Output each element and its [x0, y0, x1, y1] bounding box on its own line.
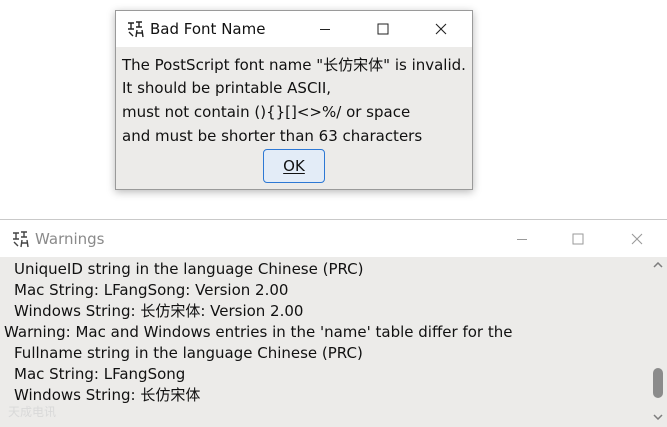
- log-line: UniqueID string in the language Chinese …: [14, 260, 364, 278]
- ok-button[interactable]: OK: [263, 149, 325, 183]
- warnings-window: Warnings UniqueID string in the language…: [0, 219, 667, 427]
- dialog-message-line: The PostScript font name "长仿宋体" is inval…: [122, 56, 466, 74]
- warnings-title: Warnings: [35, 230, 105, 248]
- warnings-minimize-button[interactable]: [499, 224, 545, 254]
- close-icon: [631, 233, 643, 245]
- fontforge-app-icon: [126, 20, 144, 38]
- bad-font-name-dialog: Bad Font Name The PostScript font name "…: [115, 10, 473, 190]
- dialog-message-line: must not contain (){}[]<>%/ or space: [122, 103, 411, 121]
- log-line: Fullname string in the language Chinese …: [14, 344, 363, 362]
- dialog-minimize-button[interactable]: [302, 14, 348, 44]
- watermark: 天成电讯: [8, 405, 57, 419]
- log-line: Warning: Mac and Windows entries in the …: [4, 323, 513, 341]
- minimize-icon: [517, 239, 527, 240]
- minimize-icon: [320, 29, 330, 30]
- dialog-title: Bad Font Name: [150, 20, 266, 38]
- maximize-icon: [377, 23, 389, 35]
- dialog-message-line: and must be shorter than 63 characters: [122, 127, 423, 145]
- log-line: Mac String: LFangSong: [14, 365, 186, 383]
- scroll-thumb[interactable]: [653, 368, 663, 399]
- close-icon: [435, 23, 447, 35]
- dialog-close-button[interactable]: [418, 14, 464, 44]
- chevron-down-icon: [653, 414, 663, 420]
- warnings-titlebar[interactable]: Warnings: [0, 220, 667, 257]
- chevron-up-icon: [653, 262, 663, 268]
- warnings-scrollbar[interactable]: [649, 257, 667, 427]
- scroll-down-arrow[interactable]: [651, 411, 665, 423]
- dialog-titlebar[interactable]: Bad Font Name: [116, 11, 472, 47]
- warnings-close-button[interactable]: [614, 224, 660, 254]
- warnings-maximize-button[interactable]: [555, 224, 601, 254]
- warnings-log: UniqueID string in the language Chinese …: [0, 257, 649, 427]
- fontforge-app-icon: [11, 230, 29, 248]
- maximize-icon: [572, 233, 584, 245]
- scroll-up-arrow[interactable]: [651, 259, 665, 271]
- dialog-maximize-button[interactable]: [360, 14, 406, 44]
- log-line: Windows String: 长仿宋体: [14, 386, 201, 404]
- log-line: Windows String: 长仿宋体: Version 2.00: [14, 302, 304, 320]
- log-line: Mac String: LFangSong: Version 2.00: [14, 281, 289, 299]
- dialog-message-line: It should be printable ASCII,: [122, 79, 332, 97]
